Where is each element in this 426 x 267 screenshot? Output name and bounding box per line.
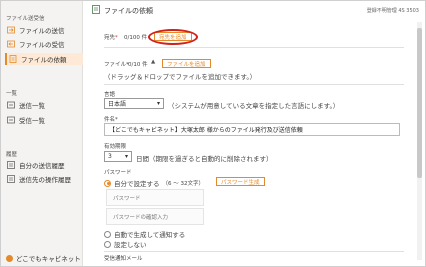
language-select[interactable]: 日本語 ▾ [104,98,164,109]
subject-label: 件名* [104,117,118,123]
drag-drop-hint: （ドラッグ＆ドロップでファイルを追加できます。） [104,73,257,81]
request-icon [9,55,17,63]
pw-option-auto-label: 自動で生成して通知する [114,231,186,239]
sidebar-section-transfer: ファイル送受信 [6,16,45,22]
password-label: パスワード [104,170,132,176]
password-input[interactable]: パスワード [106,189,204,206]
pw-option-none[interactable]: 設定しない [104,239,147,249]
sidebar-item-request[interactable]: ファイルの依頼 [5,53,83,65]
chevron-down-icon: ▾ [156,100,160,107]
period-selected-value: 3 [108,153,112,160]
recipient-label: 宛先* [104,35,118,41]
page-title-text: ファイルの依頼 [104,6,153,15]
sidebar-item-my-history[interactable]: 自分の送信履歴 [7,159,81,171]
sidebar-item-label: ファイルの受信 [19,41,65,49]
pw-length-hint: （6 ～ 32文字） [162,181,205,187]
caret-up-icon: ▲ [151,59,156,65]
generate-password-button[interactable]: パスワード生成 [216,177,265,186]
radio-unselected[interactable] [104,240,111,248]
divider [104,84,404,85]
sidebar-item-sent-list[interactable]: 送信一覧 [7,99,81,111]
sidebar-item-send[interactable]: ファイルの送信 [7,24,81,36]
page-title: ファイルの依頼 [92,5,153,16]
sidebar-section-list: 一覧 [6,91,18,97]
history-icon [7,175,15,183]
language-selected-value: 日本語 [108,101,127,108]
header: ファイルの依頼 登録不明管理 4S 3503 [84,1,425,19]
sidebar-item-label: ファイルの依頼 [21,56,67,64]
receive-icon [7,40,15,48]
language-label: 言語 [104,92,116,98]
radio-unselected[interactable] [104,230,111,238]
user-info: 登録不明管理 4S 3503 [366,8,419,14]
brand-name: どこでもキャビネット [16,255,81,263]
pw-option-none-label: 設定しない [114,241,147,249]
period-label: 有効期限 [104,144,127,150]
sidebar-item-receive[interactable]: ファイルの受信 [7,38,81,50]
pw-option-self[interactable]: 自分で設定する （6 ～ 32文字） [104,178,204,188]
file-count: 0/10 件 [128,62,148,68]
brand-footer: どこでもキャビネット [6,253,81,263]
sidebar: ファイル送受信 ファイルの送信 ファイルの受信 ファイルの依頼 一覧 送信一覧 … [1,1,83,266]
request-form: 宛先* 0/100 件 宛先を追加 ファイル* 0/10 件 ▲ ファイルを追加… [96,22,414,262]
subject-input[interactable]: 【どこでもキャビネット】大塚太郎 様からのファイル発行及び送信依頼 [104,123,400,136]
divider [104,251,404,252]
sidebar-item-label: ファイルの送信 [19,27,65,35]
brand-logo-icon [6,254,13,262]
document-icon [92,5,100,16]
chevron-down-icon: ▾ [124,153,128,160]
password-confirm-input[interactable]: パスワードの確認入力 [106,208,204,225]
pw-option-self-label: 自分で設定する [114,180,160,188]
period-select[interactable]: 3 ▾ [104,151,132,162]
list-icon [7,116,15,124]
sidebar-item-label: 送信一覧 [19,102,45,110]
sidebar-item-label: 自分の送信履歴 [19,162,65,170]
scrollbar-thumb[interactable] [417,28,422,178]
history-icon [7,161,15,169]
send-icon [7,26,15,34]
file-label: ファイル* [104,62,129,68]
recipient-count: 0/100 件 [124,35,148,41]
sidebar-section-history: 履歴 [6,152,18,158]
divider [104,47,404,48]
radio-selected[interactable] [104,179,111,187]
sidebar-item-received-list[interactable]: 受信一覧 [7,114,81,126]
notify-label: 受信通知メール [104,256,143,262]
highlight-circle [148,29,198,45]
sidebar-item-label: 送信先の操作履歴 [19,176,71,184]
pw-option-auto[interactable]: 自動で生成して通知する [104,229,185,239]
list-icon [7,101,15,109]
sidebar-item-label: 受信一覧 [19,117,45,125]
sidebar-item-recipient-history[interactable]: 送信先の操作履歴 [7,173,81,185]
main-scrollbar[interactable] [417,22,422,260]
period-hint: 日間（期限を過ぎると自動的に削除されます） [136,155,273,163]
language-hint: （システムが用意している文章を指定した言語にします。） [168,102,340,110]
add-file-button[interactable]: ファイルを追加 [162,59,211,68]
